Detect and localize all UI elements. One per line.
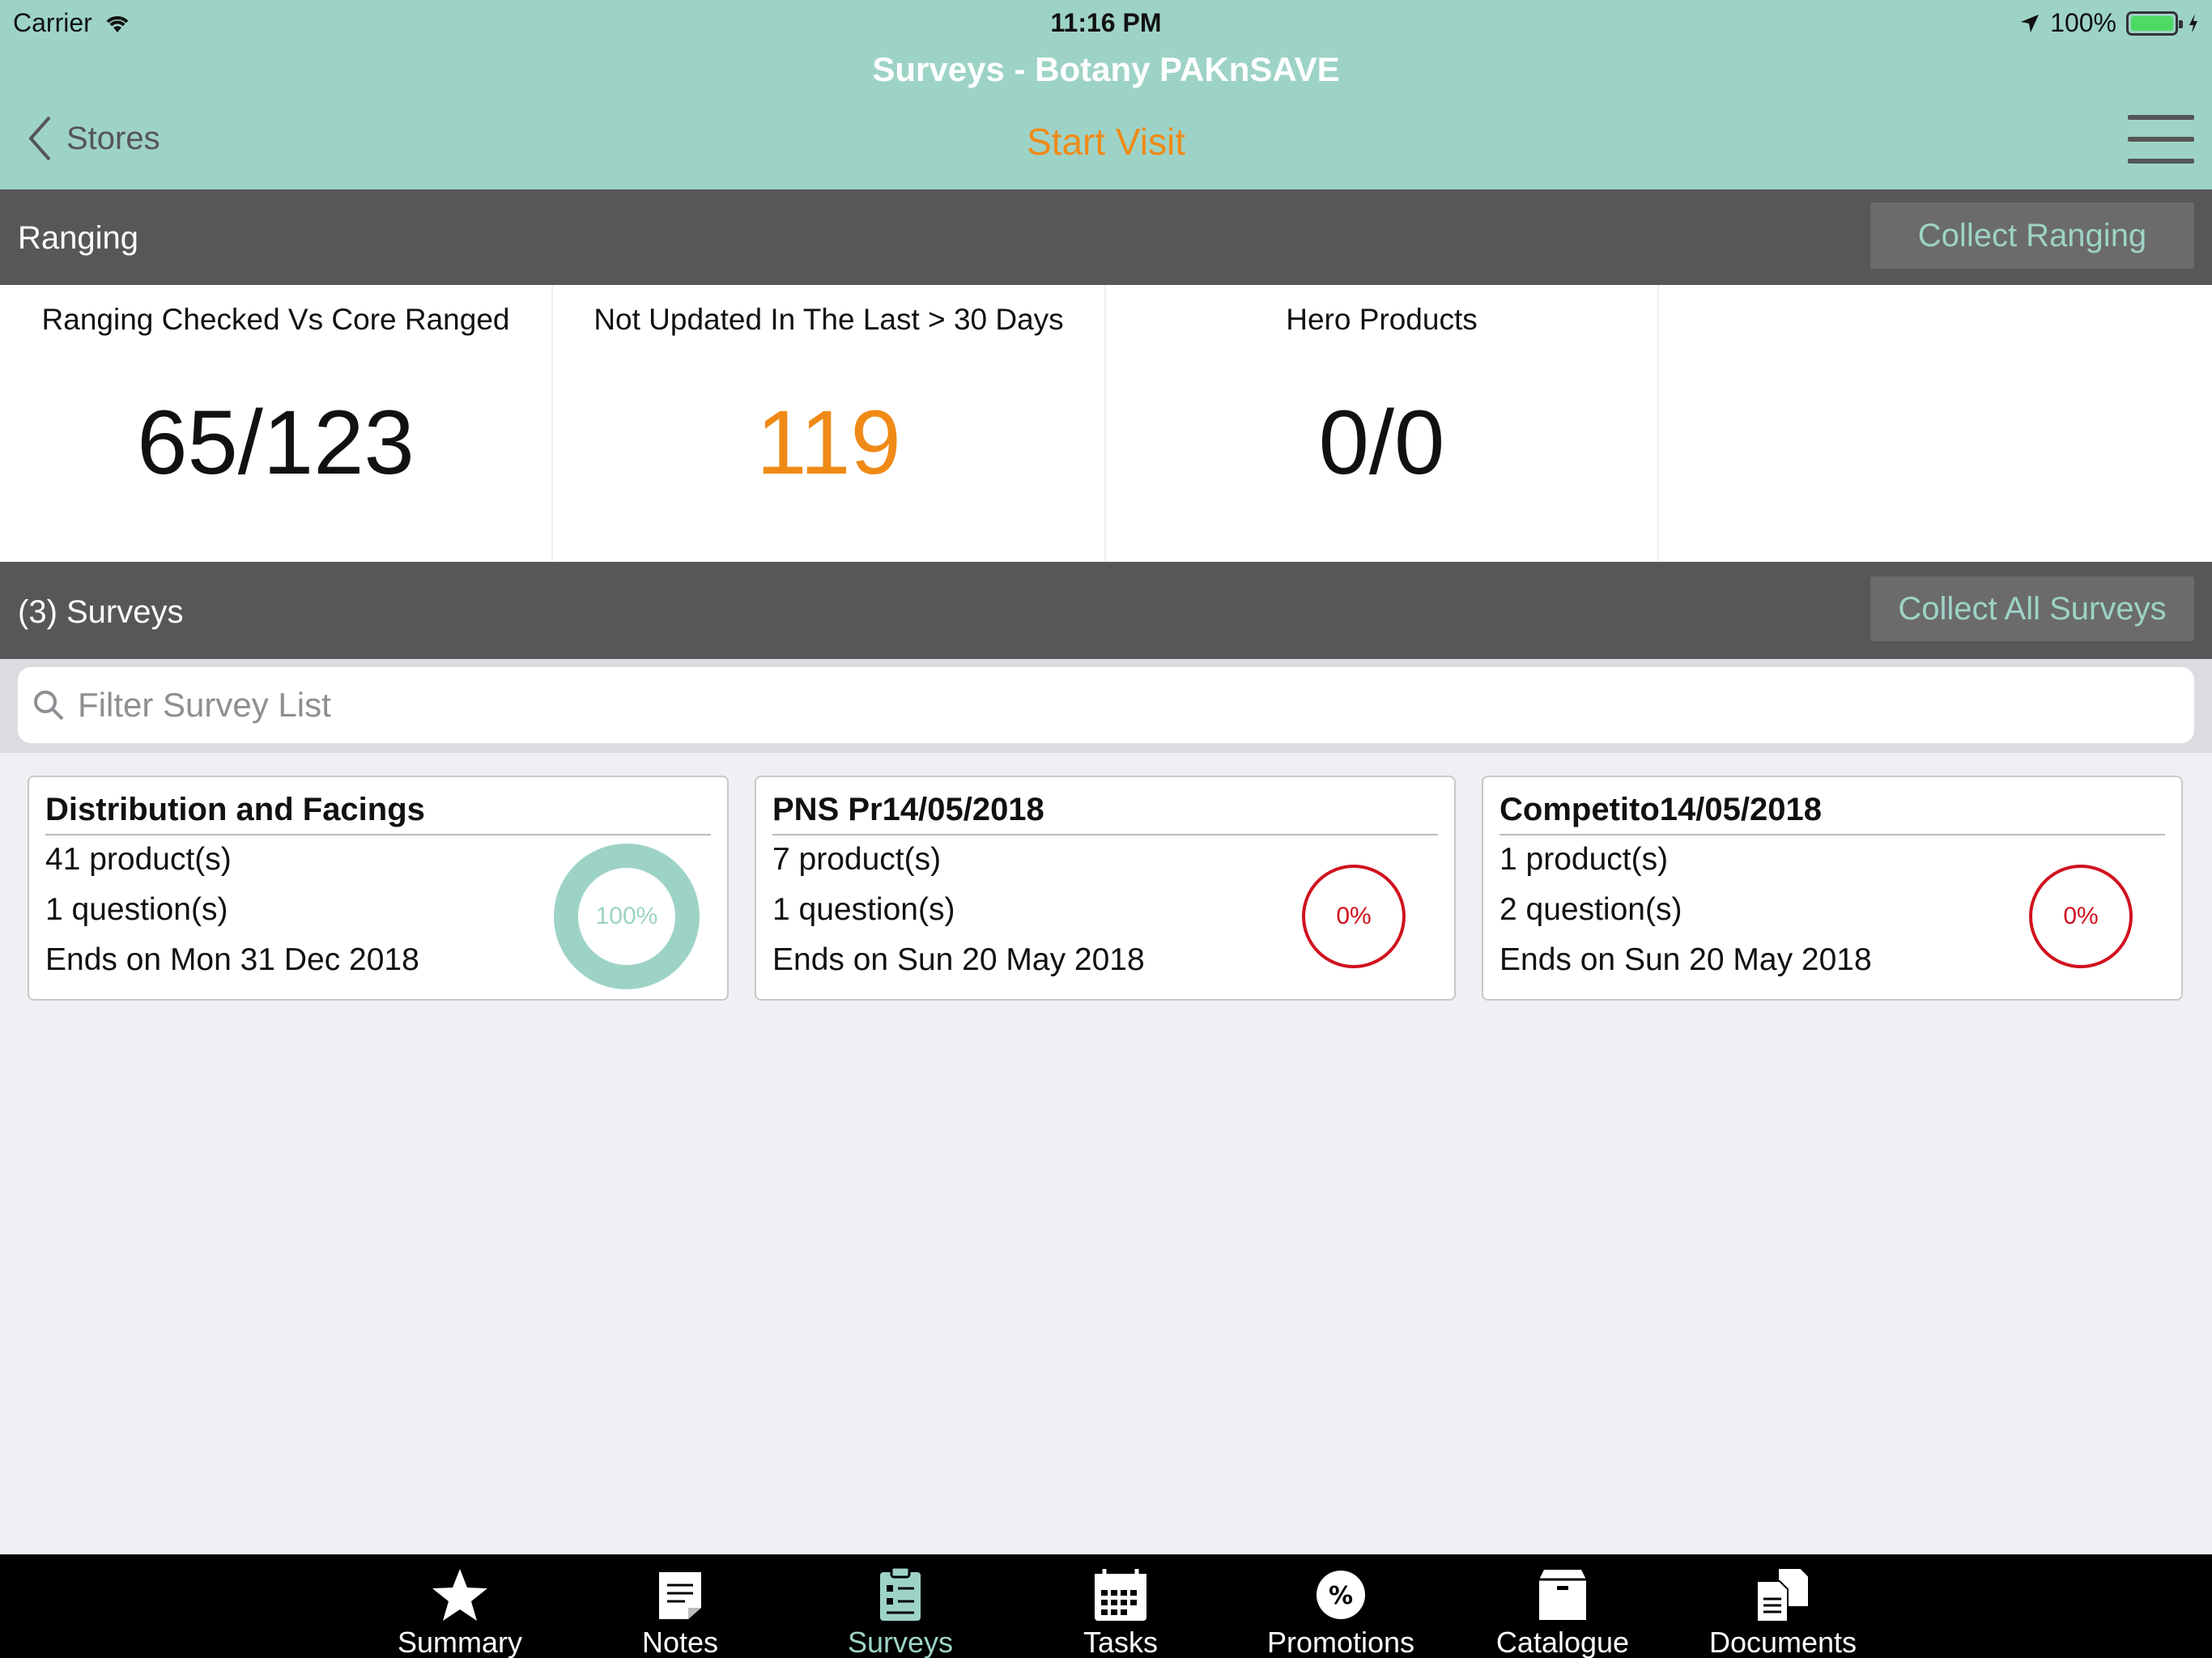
note-icon xyxy=(659,1572,701,1619)
back-button-label: Stores xyxy=(66,120,160,156)
svg-text:%: % xyxy=(1329,1582,1353,1610)
survey-progress-label: 0% xyxy=(2063,903,2099,929)
tab-label: Summary xyxy=(397,1626,523,1658)
metric-not-updated: Not Updated In The Last > 30 Days 119 xyxy=(553,285,1106,562)
survey-card-end-date: Ends on Sun 20 May 2018 xyxy=(1499,942,1872,977)
metric-value: 65/123 xyxy=(137,392,415,493)
tab-label: Notes xyxy=(641,1626,719,1658)
survey-card[interactable]: Competito14/05/2018 1 product(s) 2 quest… xyxy=(1482,776,2183,1001)
surveys-section-title: (3) Surveys xyxy=(18,594,184,630)
metric-label: Not Updated In The Last > 30 Days xyxy=(593,303,1064,336)
survey-progress-ring: 0% xyxy=(2029,865,2133,968)
battery-icon xyxy=(2126,11,2183,36)
search-icon xyxy=(34,691,64,721)
metric-label: Hero Products xyxy=(1286,303,1478,336)
tab-promotions[interactable]: % Promotions xyxy=(1244,1554,1438,1658)
tab-surveys[interactable]: Surveys xyxy=(803,1554,998,1658)
survey-card-questions: 2 question(s) xyxy=(1499,892,1682,927)
nav-header: Carrier 11:16 PM 100% Surveys - Botany P… xyxy=(0,0,2212,189)
percent-badge-icon: % xyxy=(1317,1571,1365,1619)
survey-card-products: 7 product(s) xyxy=(772,842,942,877)
metric-hero-products: Hero Products 0/0 xyxy=(1106,285,1659,562)
collect-all-surveys-button[interactable]: Collect All Surveys xyxy=(1870,576,2194,641)
status-bar: Carrier 11:16 PM 100% xyxy=(0,5,2212,44)
box-icon xyxy=(1539,1570,1586,1620)
tab-label: Tasks xyxy=(1083,1626,1159,1658)
ranging-section-title: Ranging xyxy=(18,220,139,256)
battery-percent: 100% xyxy=(2050,8,2116,37)
location-arrow-icon xyxy=(2021,14,2040,32)
status-time: 11:16 PM xyxy=(1050,8,1162,37)
survey-card-products: 41 product(s) xyxy=(45,842,232,877)
ranging-section-header: Ranging Collect Ranging xyxy=(0,189,2212,285)
survey-card[interactable]: Distribution and Facings 41 product(s) 1… xyxy=(28,776,729,1001)
metric-empty-slot xyxy=(1659,285,2212,562)
survey-card-end-date: Ends on Sun 20 May 2018 xyxy=(772,942,1145,977)
survey-card-products: 1 product(s) xyxy=(1499,842,1669,877)
chevron-left-icon xyxy=(28,116,51,161)
tab-label: Catalogue xyxy=(1495,1626,1630,1658)
survey-card-title: Competito14/05/2018 xyxy=(1499,792,2165,835)
survey-card[interactable]: PNS Pr14/05/2018 7 product(s) 1 question… xyxy=(755,776,1456,1001)
ranging-metrics: Ranging Checked Vs Core Ranged 65/123 No… xyxy=(0,285,2212,562)
survey-card-questions: 1 question(s) xyxy=(772,892,955,927)
tab-label: Promotions xyxy=(1266,1626,1415,1658)
start-visit-button[interactable]: Start Visit xyxy=(936,120,1276,164)
documents-icon xyxy=(1756,1567,1810,1622)
surveys-section-header: (3) Surveys Collect All Surveys xyxy=(0,562,2212,659)
search-placeholder: Filter Survey List xyxy=(78,686,331,724)
survey-card-end-date: Ends on Mon 31 Dec 2018 xyxy=(45,942,419,977)
survey-progress-ring: 100% xyxy=(554,844,700,989)
survey-card-questions: 1 question(s) xyxy=(45,892,228,927)
tab-tasks[interactable]: Tasks xyxy=(1023,1554,1218,1658)
metric-ranging-checked: Ranging Checked Vs Core Ranged 65/123 xyxy=(0,285,553,562)
metric-label: Ranging Checked Vs Core Ranged xyxy=(41,303,510,336)
survey-progress-ring: 0% xyxy=(1302,865,1406,968)
survey-card-title: Distribution and Facings xyxy=(45,792,711,835)
filter-survey-search-input[interactable]: Filter Survey List xyxy=(18,667,2194,743)
hamburger-menu-icon[interactable] xyxy=(2128,115,2194,164)
page-title: Surveys - Botany PAKnSAVE xyxy=(872,50,1340,88)
search-bar-container: Filter Survey List xyxy=(0,659,2212,753)
clipboard-icon xyxy=(880,1566,921,1621)
status-right: 100% xyxy=(2019,8,2199,38)
tab-summary[interactable]: Summary xyxy=(363,1554,557,1658)
metric-value: 0/0 xyxy=(1318,392,1445,493)
tab-label: Surveys xyxy=(847,1626,954,1658)
back-button[interactable]: Stores xyxy=(28,115,160,162)
metric-value: 119 xyxy=(756,392,901,493)
bottom-tab-bar: Summary Notes Surveys Tasks % Promotions… xyxy=(0,1554,2212,1658)
collect-ranging-button[interactable]: Collect Ranging xyxy=(1870,202,2194,269)
survey-progress-label: 0% xyxy=(1336,903,1372,929)
survey-card-title: PNS Pr14/05/2018 xyxy=(772,792,1438,835)
tab-label: Documents xyxy=(1708,1626,1857,1658)
charging-icon xyxy=(2189,13,2197,33)
tab-catalogue[interactable]: Catalogue xyxy=(1465,1554,1660,1658)
tab-documents[interactable]: Documents xyxy=(1686,1554,1880,1658)
tab-notes[interactable]: Notes xyxy=(583,1554,777,1658)
star-icon xyxy=(432,1569,487,1621)
survey-progress-label: 100% xyxy=(578,868,675,965)
calendar-icon xyxy=(1095,1569,1146,1621)
